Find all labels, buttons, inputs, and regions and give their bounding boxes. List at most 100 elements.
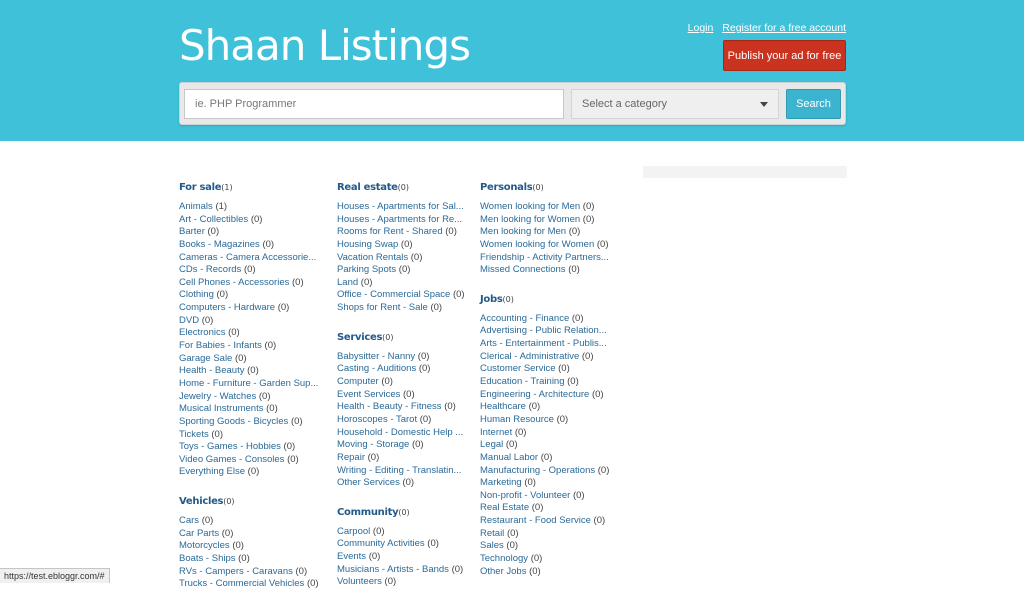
subcategory-link[interactable]: Technology bbox=[480, 553, 528, 564]
subcategory-link[interactable]: Housing Swap bbox=[337, 239, 398, 250]
subcategory-link[interactable]: Carpool bbox=[337, 526, 370, 537]
subcategory-link[interactable]: Men looking for Women bbox=[480, 214, 580, 225]
list-item: Vacation Rentals (0) bbox=[337, 252, 472, 265]
subcategory-link[interactable]: Books - Magazines bbox=[179, 239, 260, 250]
subcategory-link[interactable]: Shops for Rent - Sale bbox=[337, 302, 428, 313]
category-title-vehicles[interactable]: Vehicles(0) bbox=[179, 495, 329, 508]
category-title-real-estate[interactable]: Real estate(0) bbox=[337, 181, 472, 194]
subcategory-link[interactable]: Arts - Entertainment - Publis... bbox=[480, 338, 607, 349]
category-group: Jobs(0) Accounting - Finance (0) Advertisi… bbox=[480, 293, 615, 578]
subcategory-link[interactable]: Health - Beauty - Fitness bbox=[337, 401, 442, 412]
subcategory-link[interactable]: Animals bbox=[179, 201, 213, 212]
subcategory-link[interactable]: Repair bbox=[337, 452, 365, 463]
subcategory-link[interactable]: Internet bbox=[480, 427, 512, 438]
list-item: Cell Phones - Accessories (0) bbox=[179, 277, 329, 290]
subcategory-link[interactable]: Restaurant - Food Service bbox=[480, 515, 591, 526]
category-group: For sale(1) Animals (1) Art - Collectibles… bbox=[179, 181, 329, 479]
subcategory-link[interactable]: Women looking for Women bbox=[480, 239, 594, 250]
subcategory-link[interactable]: Car Parts bbox=[179, 528, 219, 539]
subcategory-link[interactable]: Real Estate bbox=[480, 502, 529, 513]
subcategory-link[interactable]: Musicians - Artists - Bands bbox=[337, 564, 449, 575]
subcategory-link[interactable]: Customer Service bbox=[480, 363, 556, 374]
subcategory-link[interactable]: Vacation Rentals bbox=[337, 252, 408, 263]
subcategory-link[interactable]: Houses - Apartments for Sal... bbox=[337, 201, 464, 212]
subcategory-link[interactable]: Barter bbox=[179, 226, 205, 237]
subcategory-link[interactable]: Motorcycles bbox=[179, 540, 230, 551]
subcategory-link[interactable]: Clothing bbox=[179, 289, 214, 300]
subcategory-link[interactable]: Art - Collectibles bbox=[179, 214, 248, 225]
subcategory-link[interactable]: Men looking for Men bbox=[480, 226, 566, 237]
category-title-for-sale[interactable]: For sale(1) bbox=[179, 181, 329, 194]
subcategory-link[interactable]: Babysitter - Nanny bbox=[337, 351, 415, 362]
subcategory-link[interactable]: Friendship - Activity Partners... bbox=[480, 252, 609, 263]
subcategory-link[interactable]: CDs - Records bbox=[179, 264, 241, 275]
subcategory-link[interactable]: DVD bbox=[179, 315, 199, 326]
subcategory-link[interactable]: Non-profit - Volunteer bbox=[480, 490, 570, 501]
category-title-jobs[interactable]: Jobs(0) bbox=[480, 293, 615, 306]
subcategory-link[interactable]: Retail bbox=[480, 528, 504, 539]
subcategory-link[interactable]: Moving - Storage bbox=[337, 439, 409, 450]
subcategory-link[interactable]: Everything Else bbox=[179, 466, 245, 477]
subcategory-link[interactable]: Writing - Editing - Translatin... bbox=[337, 465, 461, 476]
category-title-personals[interactable]: Personals(0) bbox=[480, 181, 615, 194]
subcategory-link[interactable]: Cameras - Camera Accessorie... bbox=[179, 252, 316, 263]
subcategory-link[interactable]: Clerical - Administrative bbox=[480, 351, 579, 362]
subcategory-link[interactable]: Boats - Ships bbox=[179, 553, 236, 564]
subcategory-link[interactable]: Household - Domestic Help ... bbox=[337, 427, 463, 438]
subcategory-link[interactable]: Manual Labor bbox=[480, 452, 538, 463]
subcategory-link[interactable]: Electronics bbox=[179, 327, 225, 338]
subcategory-link[interactable]: Human Resource bbox=[480, 414, 554, 425]
login-link[interactable]: Login bbox=[688, 22, 714, 34]
subcategory-link[interactable]: Other Services bbox=[337, 477, 400, 488]
subcategory-link[interactable]: Garage Sale bbox=[179, 353, 232, 364]
subcategory-count: (0) bbox=[506, 527, 519, 539]
subcategory-link[interactable]: Parking Spots bbox=[337, 264, 396, 275]
search-button[interactable]: Search bbox=[786, 89, 841, 119]
category-title-community[interactable]: Community(0) bbox=[337, 506, 472, 519]
subcategory-link[interactable]: Toys - Games - Hobbies bbox=[179, 441, 281, 452]
subcategory-link[interactable]: Event Services bbox=[337, 389, 400, 400]
subcategory-link[interactable]: Horoscopes - Tarot bbox=[337, 414, 417, 425]
subcategory-link[interactable]: Education - Training bbox=[480, 376, 565, 387]
publish-ad-button[interactable]: Publish your ad for free bbox=[723, 40, 846, 71]
search-input[interactable] bbox=[184, 89, 564, 119]
subcategory-link[interactable]: Engineering - Architecture bbox=[480, 389, 589, 400]
subcategory-link[interactable]: Advertising - Public Relation... bbox=[480, 325, 607, 336]
subcategory-link[interactable]: Computers - Hardware bbox=[179, 302, 275, 313]
category-title-services[interactable]: Services(0) bbox=[337, 331, 472, 344]
site-logo[interactable]: Shaan Listings bbox=[179, 20, 471, 72]
subcategory-count: (1) bbox=[215, 201, 228, 212]
subcategory-link[interactable]: Video Games - Consoles bbox=[179, 454, 284, 465]
subcategory-link[interactable]: Volunteers bbox=[337, 576, 382, 587]
subcategory-link[interactable]: Missed Connections bbox=[480, 264, 566, 275]
subcategory-link[interactable]: Sales bbox=[480, 540, 504, 551]
subcategory-link[interactable]: Manufacturing - Operations bbox=[480, 465, 595, 476]
subcategory-link[interactable]: For Babies - Infants bbox=[179, 340, 262, 351]
subcategory-link[interactable]: Women looking for Men bbox=[480, 201, 580, 212]
subcategory-link[interactable]: Office - Commercial Space bbox=[337, 289, 450, 300]
subcategory-link[interactable]: Casting - Auditions bbox=[337, 363, 416, 374]
subcategory-link[interactable]: Events bbox=[337, 551, 366, 562]
subcategory-link[interactable]: Rooms for Rent - Shared bbox=[337, 226, 443, 237]
subcategory-link[interactable]: Cars bbox=[179, 515, 199, 526]
subcategory-link[interactable]: RVs - Campers - Caravans bbox=[179, 566, 293, 577]
subcategory-link[interactable]: Community Activities bbox=[337, 538, 425, 549]
category-select[interactable]: Select a category bbox=[571, 89, 779, 119]
subcategory-link[interactable]: Land bbox=[337, 277, 358, 288]
subcategory-link[interactable]: Trucks - Commercial Vehicles bbox=[179, 578, 304, 589]
subcategory-link[interactable]: Musical Instruments bbox=[179, 403, 263, 414]
subcategory-link[interactable]: Computer bbox=[337, 376, 379, 387]
subcategory-link[interactable]: Home - Furniture - Garden Sup... bbox=[179, 378, 318, 389]
register-link[interactable]: Register for a free account bbox=[722, 22, 846, 34]
subcategory-link[interactable]: Health - Beauty bbox=[179, 365, 244, 376]
subcategory-link[interactable]: Healthcare bbox=[480, 401, 526, 412]
subcategory-link[interactable]: Sporting Goods - Bicycles bbox=[179, 416, 288, 427]
subcategory-link[interactable]: Jewelry - Watches bbox=[179, 391, 256, 402]
subcategory-link[interactable]: Accounting - Finance bbox=[480, 313, 569, 324]
subcategory-link[interactable]: Legal bbox=[480, 439, 503, 450]
subcategory-link[interactable]: Tickets bbox=[179, 429, 209, 440]
subcategory-link[interactable]: Other Jobs bbox=[480, 566, 526, 577]
subcategory-link[interactable]: Houses - Apartments for Re... bbox=[337, 214, 462, 225]
subcategory-link[interactable]: Cell Phones - Accessories bbox=[179, 277, 289, 288]
subcategory-link[interactable]: Marketing bbox=[480, 477, 522, 488]
